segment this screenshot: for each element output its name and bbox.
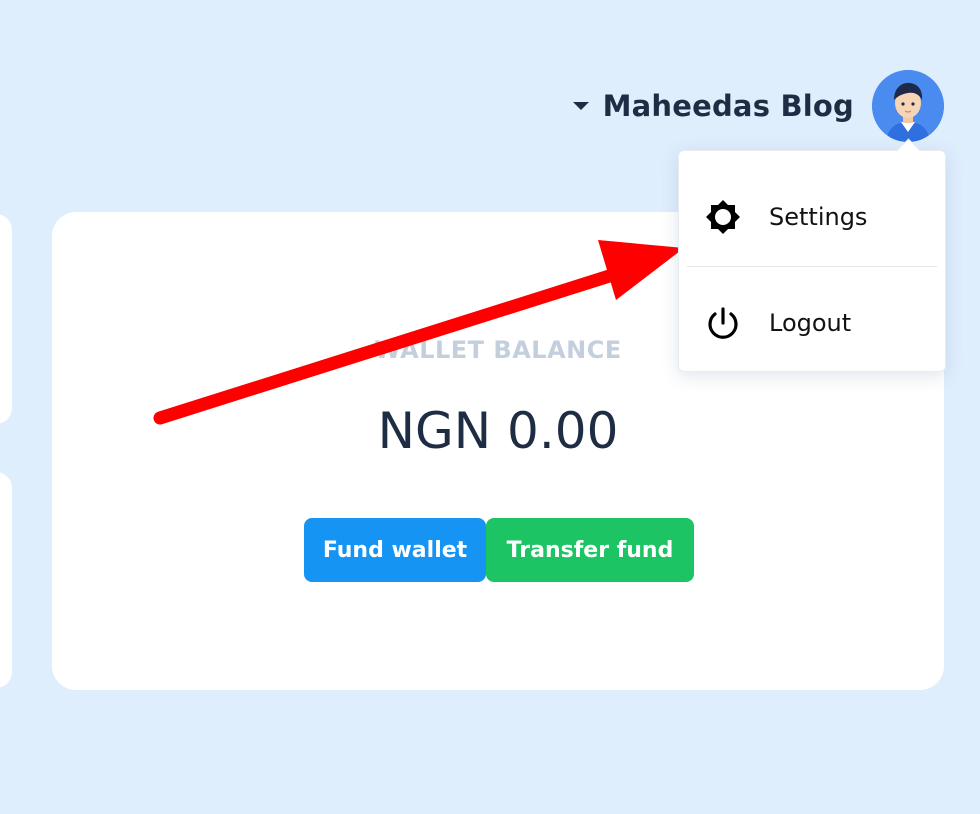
- dropdown-item-settings[interactable]: Settings: [679, 165, 945, 269]
- user-dropdown-menu: Settings Logout: [678, 150, 946, 372]
- side-card: [0, 214, 12, 424]
- caret-down-icon[interactable]: [572, 102, 589, 110]
- transfer-fund-button[interactable]: Transfer fund: [486, 518, 694, 582]
- dashboard-page: Maheedas Blog WALLET BALANCE NGN 0.00 Fu…: [0, 0, 980, 814]
- dropdown-divider: [687, 266, 937, 267]
- wallet-balance-amount: NGN 0.00: [377, 402, 619, 460]
- fund-wallet-button[interactable]: Fund wallet: [304, 518, 486, 582]
- dropdown-item-label: Logout: [769, 309, 852, 337]
- wallet-actions: Fund wallet Transfer fund: [304, 518, 694, 582]
- user-menu-toggle[interactable]: Maheedas Blog: [572, 70, 944, 142]
- user-avatar-icon[interactable]: [872, 70, 944, 142]
- user-name[interactable]: Maheedas Blog: [603, 89, 854, 123]
- gear-icon: [703, 197, 743, 237]
- power-icon: [703, 303, 743, 343]
- dropdown-item-logout[interactable]: Logout: [679, 271, 945, 375]
- side-card: [0, 472, 12, 688]
- dropdown-item-label: Settings: [769, 203, 868, 231]
